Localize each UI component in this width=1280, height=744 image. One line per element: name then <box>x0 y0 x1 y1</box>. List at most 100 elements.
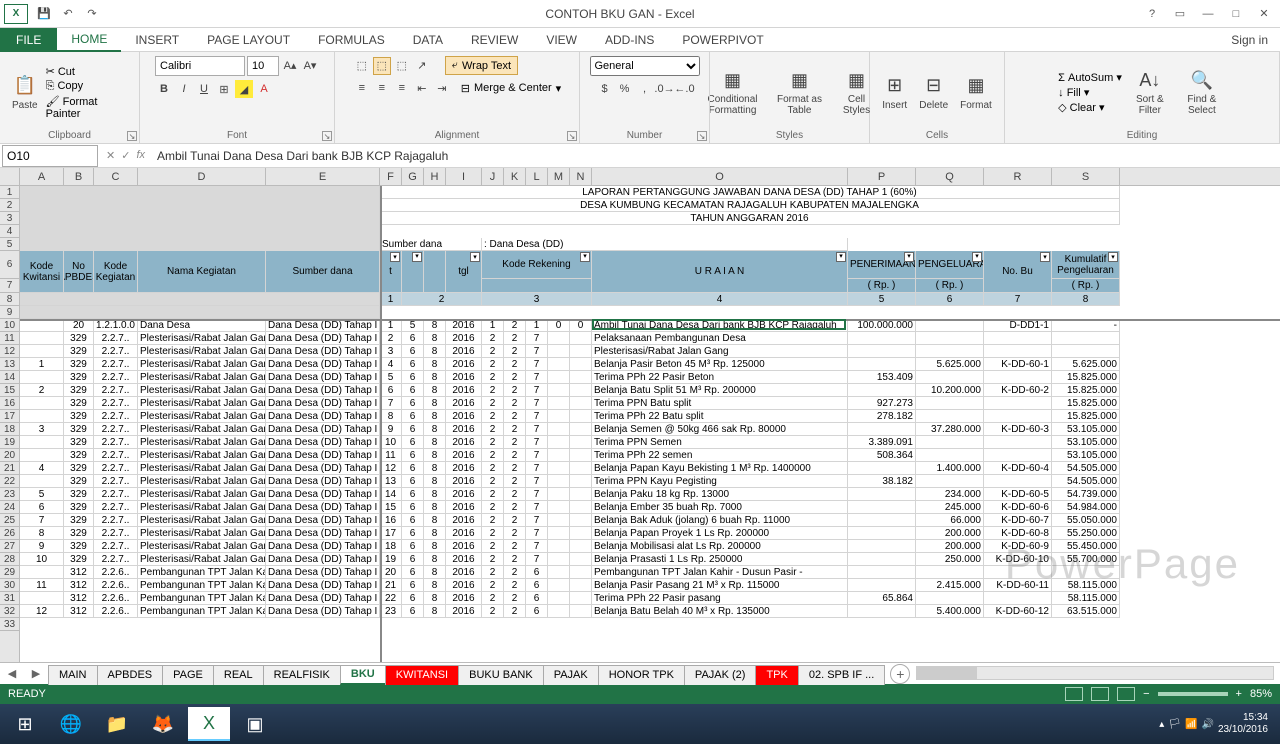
data-cell[interactable]: 8 <box>424 501 446 514</box>
column-number[interactable]: 4 <box>592 293 848 306</box>
data-cell[interactable]: 63.515.000 <box>1052 605 1120 618</box>
data-cell[interactable] <box>20 436 64 449</box>
data-cell[interactable]: 21 <box>380 579 402 592</box>
data-cell[interactable] <box>984 566 1052 579</box>
data-cell[interactable] <box>20 371 64 384</box>
data-cell[interactable]: 927.273 <box>848 397 916 410</box>
data-cell[interactable]: Pembangunan TPT Jalan Kahir - Dusun Pasi… <box>138 605 266 618</box>
data-cell[interactable]: Plesterisasi/Rabat Jalan Gang <box>592 345 848 358</box>
data-cell[interactable]: 7 <box>526 397 548 410</box>
data-cell[interactable]: 2 <box>482 605 504 618</box>
data-cell[interactable]: 329 <box>64 332 94 345</box>
data-cell[interactable]: 2016 <box>446 345 482 358</box>
data-cell[interactable]: 7 <box>526 384 548 397</box>
italic-button[interactable]: I <box>175 80 193 98</box>
data-cell[interactable] <box>1052 566 1120 579</box>
data-cell[interactable]: 58.115.000 <box>1052 592 1120 605</box>
data-cell[interactable]: Plesterisasi/Rabat Jalan Gang <box>138 384 266 397</box>
header-tgl[interactable]: tgl▾ <box>446 251 482 293</box>
data-cell[interactable] <box>570 488 592 501</box>
row-header[interactable]: 8 <box>0 293 19 306</box>
data-cell[interactable]: 5.400.000 <box>916 605 984 618</box>
data-cell[interactable]: K-DD-60-9 <box>984 540 1052 553</box>
filter-dropdown-icon[interactable]: ▾ <box>1108 252 1118 262</box>
data-cell[interactable]: 16 <box>380 514 402 527</box>
data-cell[interactable] <box>570 332 592 345</box>
data-cell[interactable]: 8 <box>424 475 446 488</box>
data-cell[interactable]: 8 <box>424 358 446 371</box>
align-bottom-icon[interactable]: ⬚ <box>393 57 411 75</box>
column-header[interactable]: O <box>592 168 848 186</box>
data-cell[interactable]: 8 <box>424 527 446 540</box>
data-cell[interactable]: 2 <box>504 579 526 592</box>
format-cells-button[interactable]: ▦Format <box>956 72 996 113</box>
tab-page-layout[interactable]: PAGE LAYOUT <box>193 28 304 52</box>
data-cell[interactable] <box>548 605 570 618</box>
zoom-slider[interactable] <box>1158 692 1228 696</box>
data-cell[interactable] <box>916 371 984 384</box>
column-header[interactable]: P <box>848 168 916 186</box>
data-cell[interactable]: 10 <box>20 553 64 566</box>
data-cell[interactable]: 55.050.000 <box>1052 514 1120 527</box>
number-format-select[interactable]: General <box>590 56 700 76</box>
data-cell[interactable]: 2.2.7.. <box>94 462 138 475</box>
formula-input[interactable]: Ambil Tunai Dana Desa Dari bank BJB KCP … <box>153 149 1280 163</box>
data-cell[interactable]: 8 <box>424 371 446 384</box>
data-cell[interactable]: 2016 <box>446 579 482 592</box>
data-cell[interactable]: 329 <box>64 423 94 436</box>
header-kode-rekening-sub[interactable] <box>482 279 592 293</box>
start-button[interactable]: ⊞ <box>4 707 46 741</box>
tab-file[interactable]: FILE <box>0 28 57 52</box>
data-cell[interactable]: 6 <box>526 592 548 605</box>
row-header[interactable]: 3 <box>0 212 19 225</box>
header-pengeluaran-rp[interactable]: ( Rp. ) <box>916 279 984 293</box>
data-cell[interactable]: 6 <box>402 332 424 345</box>
data-cell[interactable] <box>570 579 592 592</box>
cancel-formula-icon[interactable]: ✕ <box>106 149 115 162</box>
data-cell[interactable]: 55.250.000 <box>1052 527 1120 540</box>
data-cell[interactable]: 312 <box>64 592 94 605</box>
header-t[interactable]: t▾ <box>380 251 402 293</box>
data-cell[interactable]: 329 <box>64 397 94 410</box>
fx-icon[interactable]: fx <box>136 149 145 162</box>
data-cell[interactable] <box>548 488 570 501</box>
align-right-icon[interactable]: ≡ <box>393 79 411 97</box>
taskbar-app-icon[interactable]: ▣ <box>234 707 276 741</box>
font-size-input[interactable] <box>247 56 279 76</box>
data-cell[interactable]: Dana Desa (DD) Tahap I <box>266 553 380 566</box>
row-header[interactable]: 30 <box>0 579 19 592</box>
data-cell[interactable] <box>916 345 984 358</box>
data-cell[interactable]: 7 <box>380 397 402 410</box>
data-cell[interactable] <box>848 566 916 579</box>
data-cell[interactable] <box>848 384 916 397</box>
data-cell[interactable]: 10.200.000 <box>916 384 984 397</box>
data-cell[interactable]: 15.825.000 <box>1052 397 1120 410</box>
data-cell[interactable]: 7 <box>526 436 548 449</box>
data-cell[interactable] <box>916 436 984 449</box>
decrease-decimal-icon[interactable]: ←.0 <box>676 80 694 98</box>
data-cell[interactable] <box>20 410 64 423</box>
data-cell[interactable]: Dana Desa (DD) Tahap I <box>266 462 380 475</box>
data-cell[interactable]: 2016 <box>446 553 482 566</box>
underline-button[interactable]: U <box>195 80 213 98</box>
data-cell[interactable]: 8 <box>424 579 446 592</box>
tray-volume-icon[interactable]: 🔊 <box>1201 719 1213 730</box>
data-cell[interactable]: Terima PPh 22 Batu split <box>592 410 848 423</box>
header-kode-rekening[interactable]: Kode Rekening▾ <box>482 251 592 279</box>
data-cell[interactable]: 2.2.6.. <box>94 605 138 618</box>
data-cell[interactable] <box>20 475 64 488</box>
column-number[interactable]: 6 <box>916 293 984 306</box>
data-cell[interactable]: Plesterisasi/Rabat Jalan Gang <box>138 475 266 488</box>
data-cell[interactable]: Pembangunan TPT Jalan Kahir - Dusun Pasi… <box>138 566 266 579</box>
data-cell[interactable] <box>548 449 570 462</box>
sheet-tab[interactable]: TPK <box>755 665 798 685</box>
font-dialog-launcher[interactable]: ↘ <box>322 131 332 141</box>
data-cell[interactable]: 2.2.7.. <box>94 345 138 358</box>
taskbar-explorer-icon[interactable]: 📁 <box>96 707 138 741</box>
data-cell[interactable]: 20 <box>380 566 402 579</box>
data-cell[interactable]: Plesterisasi/Rabat Jalan Gang <box>138 332 266 345</box>
data-cell[interactable]: 54.739.000 <box>1052 488 1120 501</box>
data-cell[interactable]: 329 <box>64 436 94 449</box>
data-cell[interactable]: 2 <box>482 475 504 488</box>
data-cell[interactable]: 2 <box>504 488 526 501</box>
